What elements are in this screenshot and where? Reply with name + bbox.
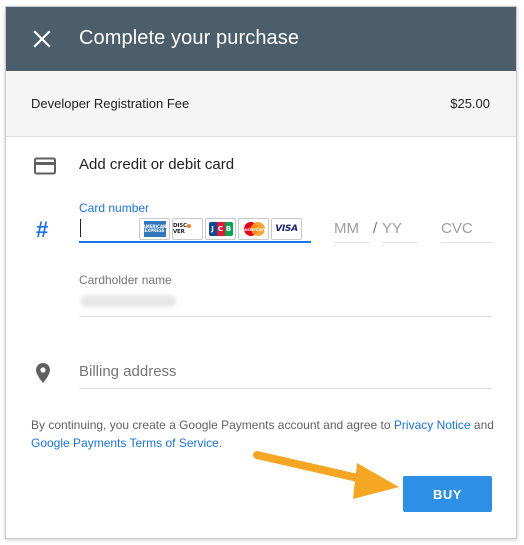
amex-logo-icon: AMERICAN EXPRESS (139, 218, 170, 240)
close-icon[interactable] (32, 29, 52, 49)
hash-icon: # (36, 217, 49, 242)
visa-logo-icon: VISA (271, 218, 302, 240)
text-caret (80, 219, 81, 237)
terms-of-service-link[interactable]: Google Payments Terms of Service (31, 436, 219, 450)
purchase-dialog: Complete your purchase Developer Registr… (5, 6, 517, 539)
cardholder-name-label: Cardholder name (79, 273, 172, 287)
billing-address-input[interactable]: Billing address (79, 359, 492, 389)
expiry-separator: / (373, 220, 378, 237)
discover-logo-icon: DISCVER (172, 218, 203, 240)
expiry-year-input[interactable]: YY (382, 215, 418, 243)
credit-card-icon (34, 157, 56, 175)
dialog-title: Complete your purchase (79, 27, 300, 49)
legal-text-suffix: . (218, 436, 223, 450)
location-pin-icon (36, 363, 50, 383)
card-number-label: Card number (79, 201, 150, 215)
privacy-notice-link[interactable]: Privacy Notice (394, 418, 471, 432)
cardholder-name-input[interactable] (79, 287, 492, 317)
expiry-month-input[interactable]: MM (334, 215, 370, 243)
cvc-input[interactable]: CVC (441, 215, 492, 243)
jcb-logo-icon: J C B (205, 218, 236, 240)
legal-text-middle: and (470, 418, 494, 432)
order-item-label: Developer Registration Fee (31, 96, 190, 111)
buy-button[interactable]: BUY (403, 476, 492, 512)
card-brand-logos: AMERICAN EXPRESS DISCVER J C B MasterCard… (139, 218, 302, 240)
order-amount: $25.00 (450, 96, 490, 111)
add-card-heading: Add credit or debit card (79, 156, 235, 173)
legal-text-prefix: By continuing, you create a Google Payme… (31, 418, 394, 432)
order-summary-row: Developer Registration Fee $25.00 (6, 71, 516, 137)
dialog-header: Complete your purchase (6, 7, 516, 71)
redacted-name (81, 295, 176, 307)
annotation-arrow-icon (253, 451, 399, 499)
mastercard-logo-icon: MasterCard (238, 218, 269, 240)
